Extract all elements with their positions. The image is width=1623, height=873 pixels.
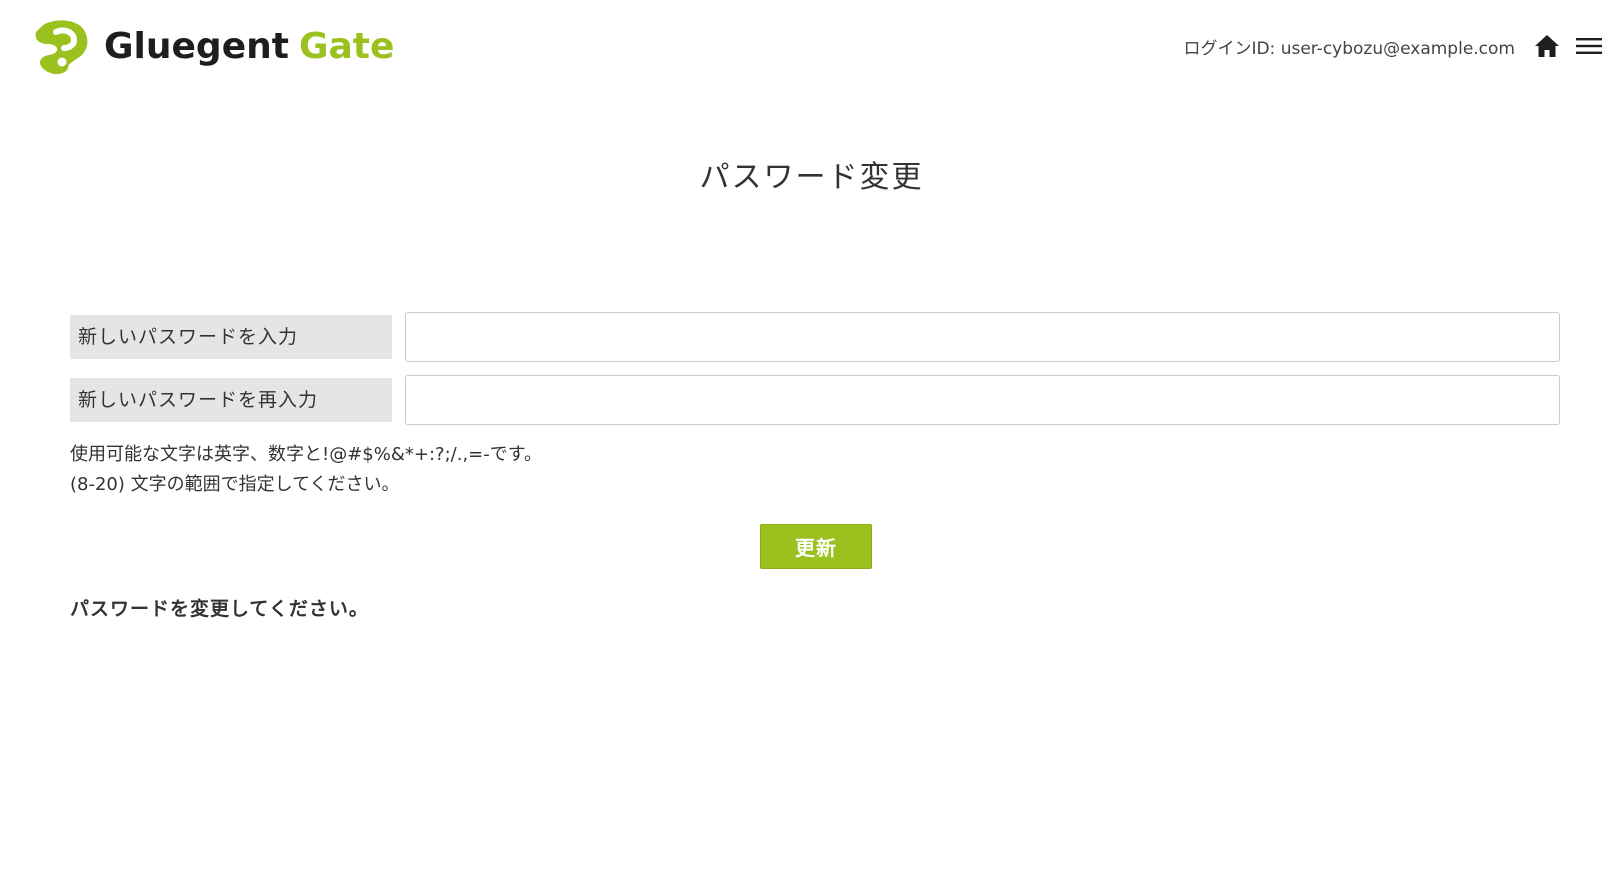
menu-button[interactable] (1573, 30, 1605, 62)
login-id-text: ログインID: user-cybozu@example.com (1183, 38, 1515, 59)
confirm-password-row: 新しいパスワードを再入力 (70, 375, 1560, 425)
new-password-input[interactable] (405, 312, 1560, 362)
help-line-allowed-chars: 使用可能な文字は英字、数字と!@#$%&*+:?;/.,=-です。 (70, 444, 542, 465)
home-button[interactable] (1531, 30, 1563, 62)
password-help-text: 使用可能な文字は英字、数字と!@#$%&*+:?;/.,=-です。 (8-20)… (70, 440, 542, 500)
top-header: Gluegent Gate ログインID: user-cybozu@example… (0, 0, 1623, 95)
update-button[interactable]: 更新 (760, 524, 872, 569)
password-change-form: 新しいパスワードを入力 新しいパスワードを再入力 (70, 312, 1560, 438)
page-title: パスワード変更 (699, 160, 924, 195)
new-password-label: 新しいパスワードを入力 (70, 315, 392, 359)
new-password-row: 新しいパスワードを入力 (70, 312, 1560, 362)
confirm-password-label: 新しいパスワードを再入力 (70, 378, 392, 422)
logo-text-gluegent: Gluegent (104, 26, 289, 67)
status-message: パスワードを変更してください。 (70, 598, 369, 620)
confirm-password-input[interactable] (405, 375, 1560, 425)
submit-wrap: 更新 (760, 524, 872, 569)
user-area: ログインID: user-cybozu@example.com (1183, 28, 1605, 64)
gluegent-logo-icon (32, 18, 90, 76)
hamburger-menu-icon (1576, 38, 1602, 54)
help-line-length: (8-20) 文字の範囲で指定してください。 (70, 474, 400, 495)
logo-text-gate: Gate (298, 26, 395, 67)
home-icon (1535, 35, 1559, 57)
gluegent-gate-logo[interactable]: Gluegent Gate (32, 18, 394, 76)
